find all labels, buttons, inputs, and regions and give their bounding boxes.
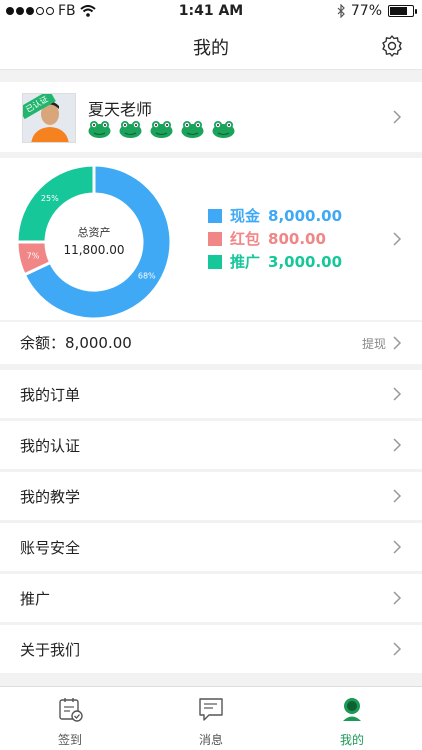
menu-item-label: 我的认证 xyxy=(20,437,81,455)
chevron-right-icon xyxy=(393,336,402,350)
legend-item-cash: 现金 8,000.00 xyxy=(208,204,342,227)
frog-icon xyxy=(119,121,142,138)
legend-item-promotion: 推广 3,000.00 xyxy=(208,250,342,273)
user-icon xyxy=(343,698,361,721)
frog-icon xyxy=(212,121,235,138)
chevron-right-icon xyxy=(393,642,402,656)
chevron-right-icon xyxy=(393,591,402,605)
legend-swatch xyxy=(208,231,222,246)
avatar[interactable]: 已认证 xyxy=(22,93,76,143)
chevron-right-icon xyxy=(393,540,402,554)
frog-icon xyxy=(181,121,204,138)
chevron-right-icon xyxy=(393,438,402,452)
legend-label: 红包 xyxy=(230,230,261,248)
legend-swatch xyxy=(208,254,222,269)
chevron-right-icon xyxy=(393,110,402,124)
balance-text: 余额：8,000.00 xyxy=(20,332,132,353)
status-right: 77% xyxy=(337,3,417,19)
menu-item-label: 推广 xyxy=(20,590,51,608)
tab-bar: 签到 消息 我的 xyxy=(0,686,422,750)
page-title: 我的 xyxy=(193,38,229,59)
calendar-check-icon xyxy=(59,698,83,722)
tab-label: 签到 xyxy=(57,733,82,747)
menu-item-orders[interactable]: 我的订单 xyxy=(0,370,422,418)
balance-row: 余额：8,000.00 提现 xyxy=(0,322,422,364)
tab-me[interactable]: 我的 xyxy=(282,687,422,750)
legend-label: 推广 xyxy=(230,253,261,271)
menu-item-label: 关于我们 xyxy=(20,641,81,659)
status-bar: FB 1:41 AM 77% xyxy=(0,0,422,22)
donut-slice-label: 25% xyxy=(41,194,59,203)
chevron-right-icon xyxy=(393,489,402,503)
donut-slice-label: 68% xyxy=(138,271,156,280)
tab-label: 我的 xyxy=(339,733,364,747)
tab-checkin[interactable]: 签到 xyxy=(0,687,140,750)
profile-name: 夏天老师 xyxy=(88,100,153,119)
assets-legend: 现金 8,000.00 红包 800.00 推广 3,000.00 xyxy=(208,204,342,273)
frog-icon xyxy=(88,121,111,138)
legend-label: 现金 xyxy=(230,207,261,225)
frog-rating xyxy=(88,120,235,138)
donut-center-value: 11,800.00 xyxy=(63,243,124,257)
legend-value: 800.00 xyxy=(268,229,326,248)
legend-swatch xyxy=(208,208,222,223)
menu-item-label: 我的教学 xyxy=(20,488,81,506)
frog-icon xyxy=(150,121,173,138)
tab-label: 消息 xyxy=(198,733,223,747)
battery-icon xyxy=(388,5,417,17)
profile-card[interactable]: 已认证 夏天老师 xyxy=(0,82,422,152)
menu-item-teaching[interactable]: 我的教学 xyxy=(0,472,422,520)
assets-donut-chart: 68% 7% 25% 总资产 11,800.00 xyxy=(16,164,172,320)
withdraw-button[interactable]: 提现 xyxy=(362,335,386,352)
balance-value: 8,000.00 xyxy=(65,334,132,352)
menu-item-promotion[interactable]: 推广 xyxy=(0,574,422,622)
message-icon xyxy=(199,698,223,721)
legend-value: 3,000.00 xyxy=(268,252,343,271)
balance-label: 余额： xyxy=(20,334,66,352)
legend-value: 8,000.00 xyxy=(268,206,343,225)
donut-slice-label: 7% xyxy=(27,252,40,261)
menu-item-about-us[interactable]: 关于我们 xyxy=(0,625,422,673)
legend-item-redpacket: 红包 800.00 xyxy=(208,227,342,250)
menu-item-certification[interactable]: 我的认证 xyxy=(0,421,422,469)
donut-center-label: 总资产 xyxy=(78,225,111,239)
chevron-right-icon xyxy=(393,387,402,401)
nav-bar: 我的 xyxy=(0,22,422,70)
assets-card[interactable]: 68% 7% 25% 总资产 11,800.00 现金 8,000.00 红包 80… xyxy=(0,158,422,320)
menu-item-label: 我的订单 xyxy=(20,386,81,404)
bluetooth-icon xyxy=(337,4,345,18)
battery-percent: 77% xyxy=(350,3,382,19)
menu-item-account-security[interactable]: 账号安全 xyxy=(0,523,422,571)
gear-icon[interactable] xyxy=(380,34,404,58)
tab-messages[interactable]: 消息 xyxy=(141,687,281,750)
chevron-right-icon xyxy=(393,232,402,246)
menu-item-label: 账号安全 xyxy=(20,539,81,557)
